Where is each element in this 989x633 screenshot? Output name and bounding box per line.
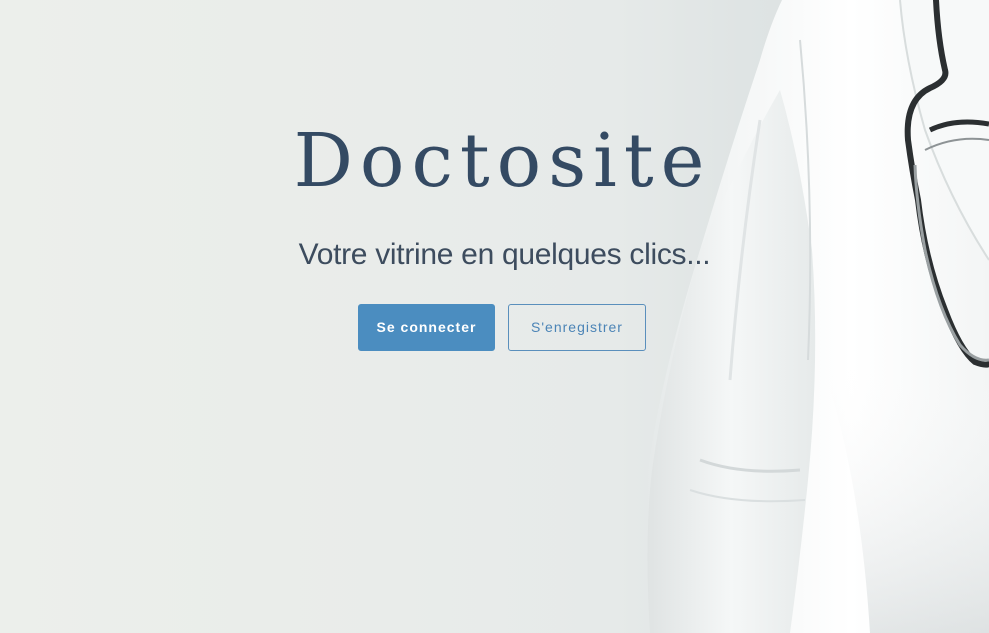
brand-title: Doctosite xyxy=(293,118,712,204)
hero-section: Doctosite Votre vitrine en quelques clic… xyxy=(0,0,989,633)
register-button[interactable]: S'enregistrer xyxy=(508,304,646,351)
login-button[interactable]: Se connecter xyxy=(358,304,495,351)
tagline: Votre vitrine en quelques clics... xyxy=(298,238,711,271)
